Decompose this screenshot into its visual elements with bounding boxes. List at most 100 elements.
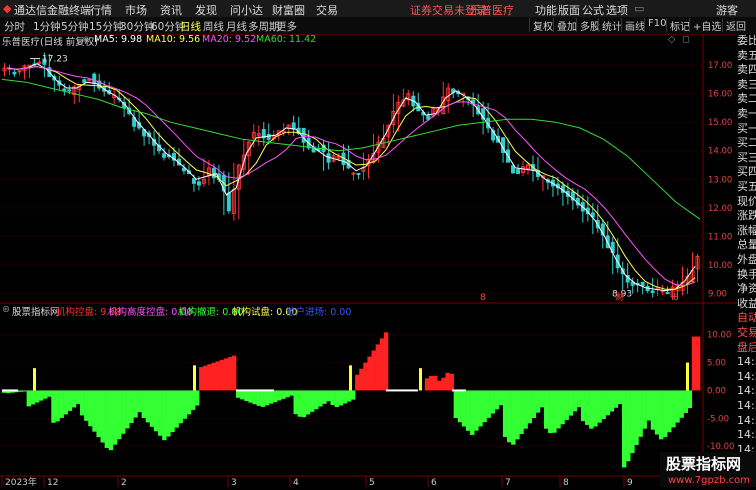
retreat-bar [564, 390, 569, 420]
retreat-bar [252, 390, 257, 405]
retreat-bar [609, 390, 615, 412]
control-bar [215, 361, 220, 391]
control-bar [441, 377, 446, 391]
retreat-bar [26, 390, 32, 407]
retreat-bar [121, 390, 126, 434]
price-tick-label: 17.00 [708, 61, 732, 71]
retreat-bar [535, 390, 541, 413]
retreat-bar [297, 390, 303, 417]
retreat-bar [108, 390, 114, 451]
retreat-bar [585, 390, 590, 425]
control-bar [424, 378, 430, 391]
retreat-bar [634, 390, 639, 445]
retreat-bar [178, 390, 183, 424]
retreat-bar [663, 390, 668, 438]
quote-label: 卖五 [737, 48, 756, 62]
control-bar [211, 362, 216, 391]
retreat-bar [264, 390, 270, 406]
retreat-bar [453, 390, 459, 418]
event-marker: 财 [615, 291, 624, 303]
price-tick-label: 15.00 [708, 118, 732, 128]
event-marker: 8 [673, 293, 679, 303]
kline-chart[interactable]: 17.00 16.00 15.00 14.00 13.00 12.00 11.00 10.00… [0, 0, 737, 487]
retreat-bar [268, 390, 274, 404]
retreat-bar [568, 390, 574, 416]
retreat-bar [322, 390, 327, 404]
retreat-bar [170, 390, 175, 433]
retreat-bar [30, 390, 36, 405]
retreat-bar [470, 390, 475, 435]
retreat-bar [593, 390, 598, 427]
test-bar [193, 365, 196, 391]
retreat-bar [687, 390, 693, 409]
control-bar [367, 356, 372, 391]
candle-body [356, 172, 361, 175]
candle-body [291, 122, 296, 130]
control-bar [449, 373, 454, 391]
retreat-bar [84, 390, 89, 421]
retreat-bar [158, 390, 163, 436]
retreat-bar [523, 390, 528, 429]
price-tick-label: 13.00 [708, 175, 732, 185]
retreat-bar [671, 390, 676, 428]
control-bar [371, 350, 376, 391]
quote-label: 交易 [737, 326, 756, 339]
retreat-bar [145, 390, 151, 423]
retreat-bar [289, 390, 294, 396]
retreat-bar [621, 390, 627, 468]
candle-body [516, 169, 521, 175]
retreat-bar [507, 390, 512, 443]
retreat-bar [129, 390, 134, 423]
retreat-bar [597, 390, 602, 423]
retreat-bar [474, 390, 479, 431]
candle-body [351, 172, 356, 175]
quote-label: 买三 [737, 150, 756, 164]
retreat-bar [47, 390, 52, 397]
retreat-bar [116, 390, 122, 440]
ma10-line [6, 66, 696, 290]
quote-label: 买五 [737, 180, 756, 193]
retreat-bar [137, 390, 142, 413]
retreat-bar [589, 390, 594, 429]
candle-body [301, 127, 306, 143]
price-tick-label: 11.00 [708, 232, 732, 242]
control-bar [437, 380, 442, 391]
zero-segment [452, 389, 466, 392]
quote-label: 买二 [737, 136, 756, 150]
watermark-logo: 股票指标网 www.7gpzb.com [660, 452, 756, 487]
retreat-bar [486, 390, 491, 418]
retreat-bar [240, 390, 245, 400]
retreat-bar [617, 390, 623, 405]
time-tick-label: 5 [369, 478, 375, 487]
zero-segment [386, 389, 418, 392]
watermark-url: www.7gpzb.com [668, 475, 750, 486]
retreat-bar [494, 390, 500, 410]
event-marker: 8 [480, 293, 486, 303]
retreat-bar [650, 390, 656, 430]
retreat-bar [465, 390, 471, 431]
retreat-bar [630, 390, 635, 454]
retreat-bar [490, 390, 496, 414]
quote-label: 涨跌 [737, 209, 756, 223]
control-bar [355, 374, 360, 391]
retreat-bar [515, 390, 520, 440]
quote-label: 委比 [737, 34, 756, 47]
retreat-bar [539, 390, 545, 408]
retreat-bar [162, 390, 167, 441]
retreat-bar [18, 390, 23, 392]
retreat-bar [285, 390, 290, 398]
retreat-bar [112, 390, 118, 445]
retreat-bar [654, 390, 660, 435]
time-tick-label: 9 [627, 478, 633, 487]
price-tick-label: 12.00 [708, 204, 732, 214]
candle-body [640, 281, 645, 287]
quote-panel: 委比 卖五 卖四 卖三 卖二 卖一 买一 买二 买三 买四 买五 现价 涨跌 涨幅 总量 外盘 换手 净资 收益 自动… [737, 34, 756, 487]
retreat-bar [75, 390, 81, 404]
retreat-bar [576, 390, 582, 408]
candle-body [67, 89, 72, 92]
candle-body [87, 78, 92, 81]
retreat-bar [104, 390, 110, 448]
time-tick-label: 6 [431, 478, 437, 487]
retreat-bar [334, 390, 339, 407]
retreat-bar [658, 390, 664, 440]
